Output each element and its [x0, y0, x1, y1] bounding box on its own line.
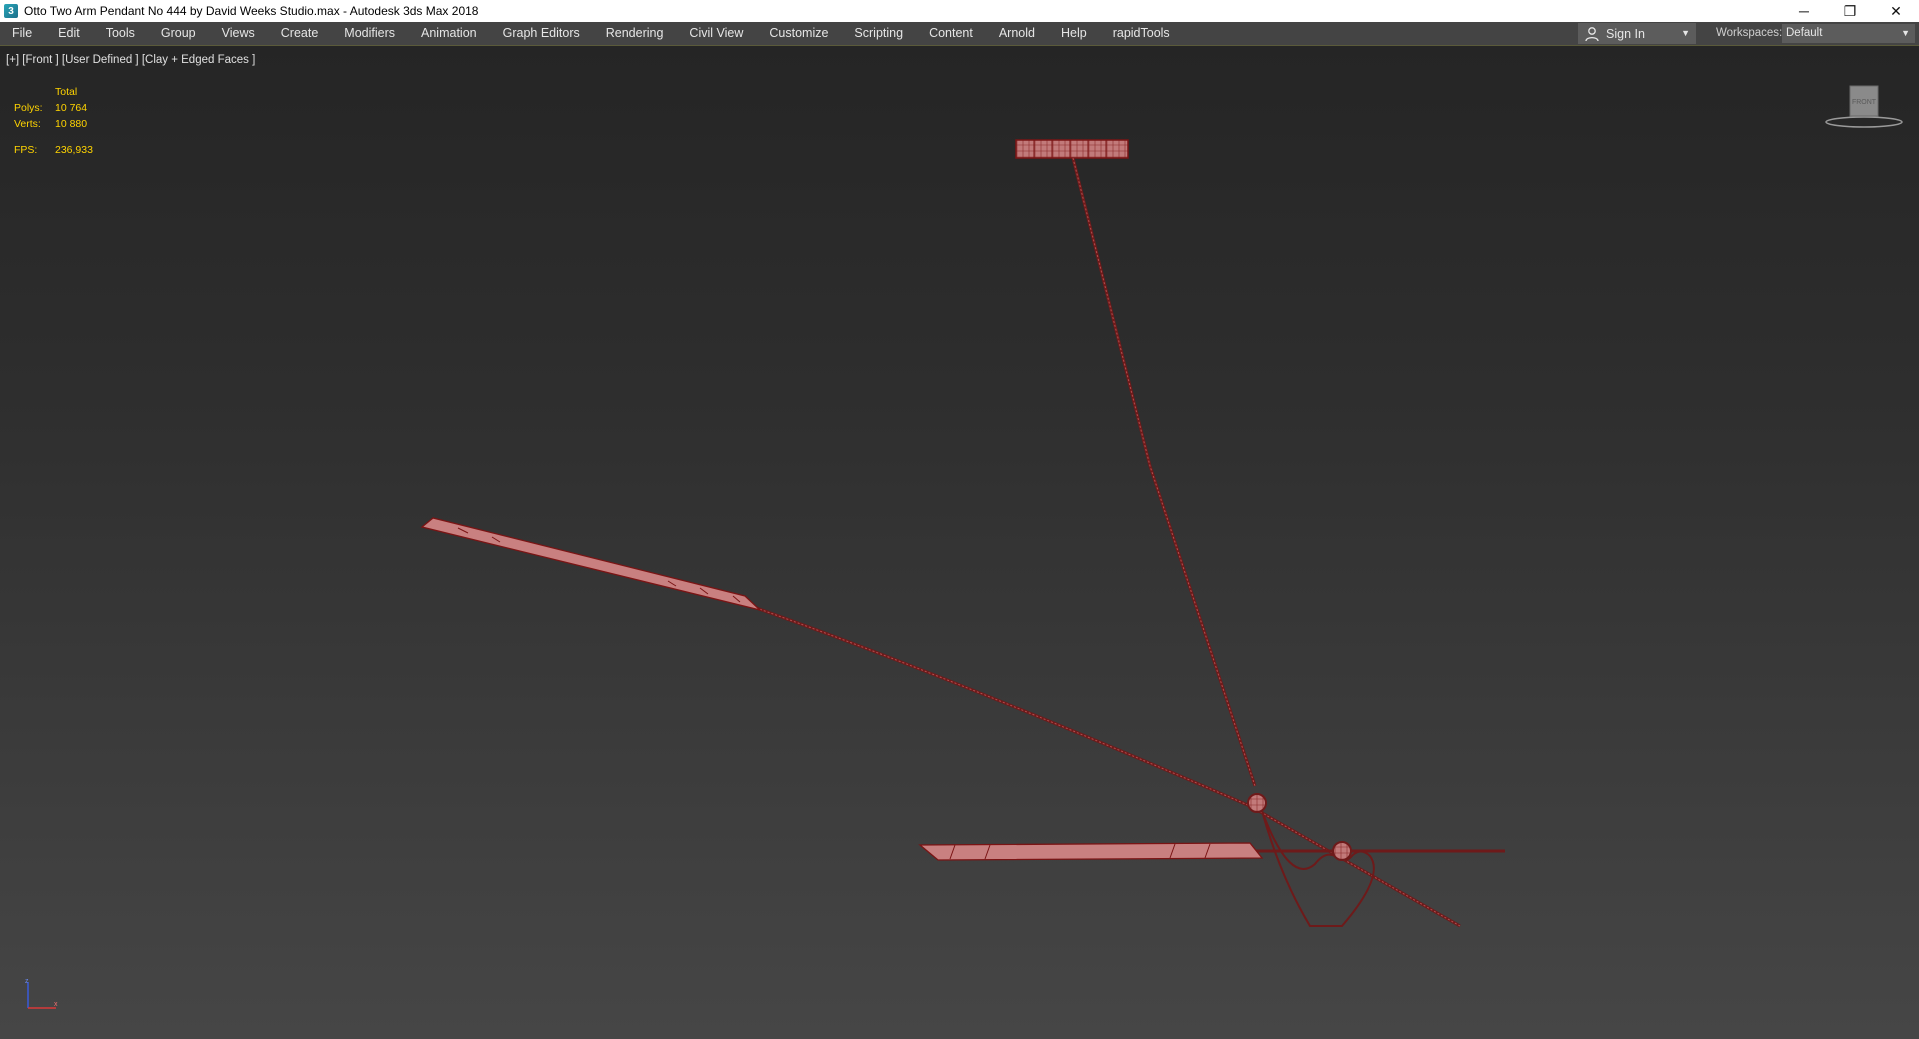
- workspaces-value: Default: [1786, 27, 1823, 39]
- menu-create[interactable]: Create: [268, 22, 332, 45]
- left-arm-rod[interactable]: [744, 602, 1461, 928]
- right-shade[interactable]: [918, 842, 1264, 861]
- menu-tools[interactable]: Tools: [93, 22, 148, 45]
- sign-in-button[interactable]: Sign In ▼: [1578, 23, 1696, 44]
- user-icon: [1585, 26, 1599, 41]
- left-shade[interactable]: [420, 517, 763, 612]
- window-controls: ─ ❐ ✕: [1781, 0, 1919, 22]
- ceiling-canopy[interactable]: [1015, 139, 1129, 159]
- workspaces-dropdown[interactable]: Default ▼: [1782, 24, 1915, 43]
- menu-scripting[interactable]: Scripting: [841, 22, 916, 45]
- title-bar: 3 Otto Two Arm Pendant No 444 by David W…: [0, 0, 1919, 22]
- menu-civil-view[interactable]: Civil View: [676, 22, 756, 45]
- joint-lower[interactable]: [1332, 841, 1352, 861]
- menu-animation[interactable]: Animation: [408, 22, 490, 45]
- menu-rendering[interactable]: Rendering: [593, 22, 677, 45]
- menu-customize[interactable]: Customize: [756, 22, 841, 45]
- menu-modifiers[interactable]: Modifiers: [331, 22, 408, 45]
- menu-group[interactable]: Group: [148, 22, 209, 45]
- sign-in-label: Sign In: [1606, 26, 1645, 41]
- menu-edit[interactable]: Edit: [45, 22, 93, 45]
- minimize-button[interactable]: ─: [1781, 0, 1827, 22]
- gizmo-z-label: z: [25, 978, 29, 985]
- axis-tripod-gizmo: z x: [25, 978, 58, 1009]
- workspaces-label: Workspaces:: [1716, 27, 1783, 39]
- close-button[interactable]: ✕: [1873, 0, 1919, 22]
- window-title: Otto Two Arm Pendant No 444 by David Wee…: [24, 4, 479, 18]
- chevron-down-icon: ▼: [1901, 28, 1910, 38]
- pendant-lamp-model[interactable]: [0, 46, 1919, 1039]
- menu-help[interactable]: Help: [1048, 22, 1100, 45]
- chevron-down-icon[interactable]: ▼: [1681, 28, 1690, 38]
- menu-graph-editors[interactable]: Graph Editors: [490, 22, 593, 45]
- app-icon[interactable]: 3: [4, 4, 18, 18]
- menu-content[interactable]: Content: [916, 22, 986, 45]
- menu-file[interactable]: File: [0, 22, 45, 45]
- front-viewport[interactable]: [+] [Front ] [User Defined ] [Clay + Edg…: [0, 46, 1919, 1039]
- menu-arnold[interactable]: Arnold: [986, 22, 1048, 45]
- menu-rapidtools[interactable]: rapidTools: [1100, 22, 1183, 45]
- gizmo-x-label: x: [54, 1001, 58, 1008]
- joint-upper[interactable]: [1247, 793, 1267, 813]
- menu-views[interactable]: Views: [209, 22, 268, 45]
- restore-button[interactable]: ❐: [1827, 0, 1873, 22]
- suspension-cord[interactable]: [1071, 157, 1257, 787]
